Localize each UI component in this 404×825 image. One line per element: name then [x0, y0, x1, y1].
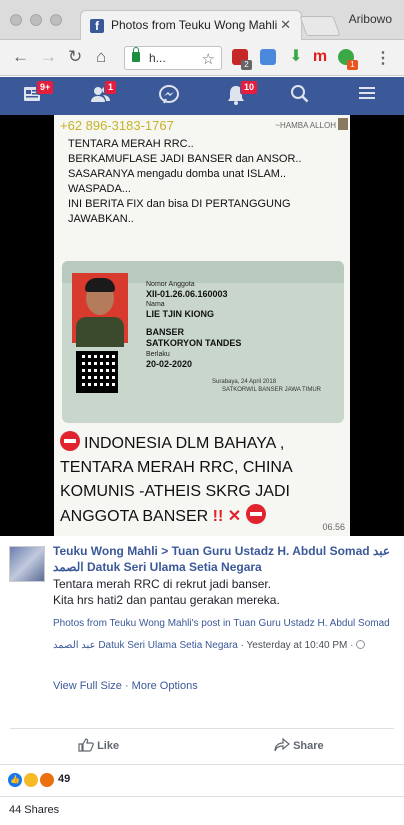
angry-reaction-icon [40, 773, 54, 787]
browser-titlebar: f Photos from Teuku Wong Mahli ✕ Aribowo [0, 0, 404, 40]
post-target-link[interactable]: Tuan Guru Ustadz H. Abdul Somad [172, 544, 370, 558]
bookmark-star-icon[interactable]: ☆ [202, 50, 215, 68]
home-icon[interactable]: ⌂ [96, 47, 106, 67]
reaction-count: 49 [58, 773, 71, 785]
green-extension-icon[interactable]: 1 [338, 49, 358, 70]
warning-line-2: TENTARA MERAH RRC, CHINA [60, 459, 293, 476]
wow-reaction-icon [24, 773, 38, 787]
maximize-window-button[interactable] [50, 14, 62, 26]
notifications-bell-icon[interactable]: 10 [226, 80, 259, 108]
post-links: View Full Size · More Options [53, 680, 198, 692]
lock-icon [132, 47, 140, 62]
shared-photo[interactable]: +62 896-3183-1767 ~HAMBA ALLOH TENTARA M… [54, 115, 350, 536]
post-target-separator: > [161, 544, 169, 558]
avatar[interactable] [9, 546, 45, 582]
card-label-valid: Berlaku [146, 351, 170, 358]
url-text: h... [149, 51, 166, 65]
friend-requests-icon[interactable]: 1 [90, 80, 118, 108]
share-label: Share [293, 740, 324, 752]
back-icon[interactable]: ← [12, 47, 29, 67]
facebook-favicon-icon: f [90, 19, 104, 33]
post-body-line: Tentara merah RRC di rekrut jadi banser. [53, 577, 272, 591]
shares-summary[interactable]: 44 Shares [0, 796, 404, 825]
qr-code-icon [76, 351, 118, 393]
photo-sender-name: ~HAMBA ALLOH [275, 121, 336, 130]
post-body: Tentara merah RRC di rekrut jadi banser.… [53, 576, 393, 608]
tab-title: Photos from Teuku Wong Mahli [111, 18, 278, 32]
warning-marks: !! ✕ [212, 508, 242, 525]
close-window-button[interactable] [10, 14, 22, 26]
photo-phone-number: +62 896-3183-1767 [60, 118, 174, 133]
messenger-icon[interactable] [158, 84, 182, 108]
no-entry-icon [245, 504, 266, 524]
post-body-line: Kita hrs hati2 dan pantau gerakan mereka… [53, 593, 280, 607]
extension-shield-icon[interactable]: 2 [232, 49, 252, 70]
reactions-summary[interactable]: 👍 49 [0, 764, 404, 794]
post-card: Teuku Wong Mahli > Tuan Guru Ustadz H. A… [0, 536, 404, 752]
translate-icon[interactable] [260, 49, 276, 65]
card-name: LIE TJIN KIONG [146, 309, 215, 319]
card-issued: Surabaya, 24 April 2018 [212, 379, 277, 385]
news-feed-icon[interactable]: 9+ [22, 80, 55, 108]
share-arrow-icon [274, 737, 290, 752]
post-author-link[interactable]: Teuku Wong Mahli [53, 544, 158, 558]
forward-icon[interactable]: → [40, 47, 57, 67]
browser-toolbar: ← → ↻ ⌂ h... ☆ 2 ⬇ m 1 ⋮ [0, 40, 404, 76]
warning-line-3: KOMUNIS -ATHEIS SKRG JADI [60, 483, 290, 500]
menu-hamburger-icon[interactable] [358, 84, 382, 108]
like-label: Like [97, 740, 120, 752]
warning-line-1: INDONESIA DLM BAHAYA , [84, 435, 285, 452]
view-full-size-link[interactable]: View Full Size [53, 680, 122, 692]
photo-warning-text: INDONESIA DLM BAHAYA , TENTARA MERAH RRC… [60, 431, 346, 529]
sender-thumbnail [338, 118, 348, 130]
share-button[interactable]: Share [274, 737, 324, 752]
profile-name[interactable]: Aribowo [349, 12, 392, 26]
thumbs-up-icon [78, 738, 94, 752]
extension-badge: 2 [241, 60, 252, 70]
photo-timestamp: 06.56 [322, 522, 345, 532]
card-unit-2: SATKORYON TANDES [146, 338, 242, 348]
card-number: XII-01.26.06.160003 [146, 289, 228, 299]
post-meta: Photos from Teuku Wong Mahli's post in T… [53, 613, 393, 657]
m-extension-icon[interactable]: m [312, 49, 328, 65]
reload-icon[interactable]: ↻ [68, 47, 82, 67]
post-timestamp[interactable]: · Yesterday at 10:40 PM · [238, 640, 356, 651]
address-bar[interactable]: h... ☆ [124, 46, 222, 70]
minimize-window-button[interactable] [30, 14, 42, 26]
news-feed-badge: 9+ [36, 80, 55, 95]
card-label-number: Nomor Anggota [146, 281, 195, 288]
more-options-link[interactable]: More Options [132, 680, 198, 692]
photo-message-text: TENTARA MERAH RRC.. BERKAMUFLASE JADI BA… [68, 138, 302, 225]
id-card-portrait [72, 273, 128, 347]
new-tab-button[interactable] [299, 16, 341, 36]
notifications-badge: 10 [240, 80, 259, 95]
link-separator: · [121, 680, 132, 692]
warning-line-4: ANGGOTA BANSER [60, 508, 209, 525]
card-unit-1: BANSER [146, 327, 185, 337]
post-action-bar: Like Share [10, 728, 394, 764]
no-entry-icon [60, 431, 80, 451]
extension-badge: 1 [347, 60, 358, 70]
like-button[interactable]: Like [78, 738, 119, 752]
shares-count: 44 Shares [9, 804, 60, 816]
like-reaction-icon: 👍 [8, 773, 22, 787]
photo-viewer: +62 896-3183-1767 ~HAMBA ALLOH TENTARA M… [0, 115, 404, 536]
browser-menu-icon[interactable]: ⋮ [375, 48, 391, 68]
card-valid-date: 20-02-2020 [146, 359, 193, 369]
search-icon[interactable] [290, 84, 314, 108]
tab-close-icon[interactable]: ✕ [280, 17, 291, 33]
post-header: Teuku Wong Mahli > Tuan Guru Ustadz H. A… [53, 543, 393, 575]
download-arrow-icon[interactable]: ⬇ [288, 49, 304, 65]
globe-icon [356, 640, 366, 649]
facebook-nav-bar: 9+ 1 10 [0, 77, 404, 115]
card-label-name: Nama [146, 301, 165, 308]
member-id-card: Nomor Anggota XII-01.26.06.160003 Nama L… [62, 261, 344, 423]
friend-requests-badge: 1 [104, 80, 118, 95]
card-org: SATKORWIL BANSER JAWA TIMUR [222, 387, 322, 393]
browser-tab[interactable]: f Photos from Teuku Wong Mahli ✕ [80, 10, 302, 40]
